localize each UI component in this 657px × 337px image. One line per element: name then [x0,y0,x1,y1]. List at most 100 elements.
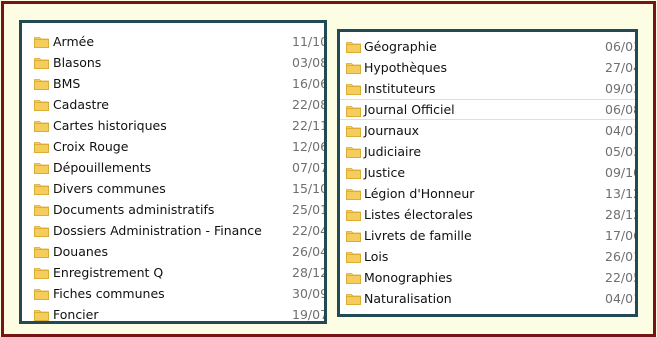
folder-icon [34,162,49,174]
folder-name: Journal Officiel [364,102,455,117]
folder-icon [346,83,361,95]
folder-row[interactable]: Armée 11/10/ [22,31,324,52]
folder-date: 19/07/ [292,307,324,322]
folder-name: Monographies [364,270,453,285]
folder-date: 25/01/ [292,202,324,217]
right-folder-list[interactable]: Géographie 06/03/Hypothèques 27/04/Institu… [337,29,638,317]
folder-icon [346,146,361,158]
folder-row[interactable]: Listes électorales 28/12/ [340,204,635,225]
folder-date: 13/12/ [605,186,635,201]
folder-icon [346,105,361,117]
folder-icon [34,57,49,69]
folder-icon [346,41,361,53]
folder-row[interactable]: Dépouillements 07/07/ [22,157,324,178]
folder-name: Justice [364,165,406,180]
folder-name: Fiches communes [53,286,165,301]
folder-name: BMS [53,76,81,91]
folder-name: Cadastre [53,97,109,112]
folder-name: Cartes historiques [53,118,167,133]
folder-date: 06/03/ [605,39,635,54]
folder-date: 15/10/ [292,181,324,196]
folder-row[interactable]: Foncier 19/07/ [22,304,324,322]
folder-icon [34,36,49,48]
folder-row[interactable]: Enregistrement Q 28/12/ [22,262,324,283]
folder-name: Naturalisation [364,291,452,306]
folder-row[interactable]: Cadastre 22/08/ [22,94,324,115]
folder-icon [34,141,49,153]
folder-icon [34,225,49,237]
folder-date: 28/12/ [605,207,635,222]
folder-row[interactable]: Géographie 06/03/ [340,36,635,57]
folder-row[interactable]: Monographies 22/05/ [340,267,635,288]
folder-icon [346,293,361,305]
folder-row[interactable]: Livrets de famille 17/06/ [340,225,635,246]
folder-icon [34,120,49,132]
folder-date: 12/06/ [292,139,324,154]
left-folder-list[interactable]: Armée 11/10/Blasons 03/08/BMS 16/06/Cadastr… [19,20,327,324]
folder-icon [346,188,361,200]
folder-name: Croix Rouge [53,139,129,154]
folder-row[interactable]: Hypothèques 27/04/ [340,57,635,78]
folder-date: 09/03/ [605,81,635,96]
folder-icon [346,251,361,263]
outer-frame: Armée 11/10/Blasons 03/08/BMS 16/06/Cadastr… [1,1,656,337]
folder-icon [34,309,49,321]
folder-date: 22/05/ [605,270,635,285]
folder-row[interactable]: Justice 09/10/ [340,162,635,183]
folder-name: Journaux [364,123,420,138]
folder-icon [34,204,49,216]
folder-date: 17/06/ [605,228,635,243]
folder-name: Géographie [364,39,437,54]
folder-row[interactable]: Judiciaire 05/03/ [340,141,635,162]
folder-name: Livrets de famille [364,228,472,243]
folder-date: 05/03/ [605,144,635,159]
folder-row[interactable]: Journal Officiel 06/08/ [340,99,635,120]
folder-icon [34,78,49,90]
folder-icon [346,167,361,179]
folder-icon [346,272,361,284]
folder-date: 11/10/ [292,34,324,49]
folder-date: 30/09/ [292,286,324,301]
folder-icon [34,267,49,279]
folder-name: Judiciaire [364,144,422,159]
folder-name: Hypothèques [364,60,447,75]
folder-row[interactable]: Croix Rouge 12/06/ [22,136,324,157]
folder-row[interactable]: BMS 16/06/ [22,73,324,94]
folder-icon [346,125,361,137]
folder-row[interactable]: Douanes 26/04/ [22,241,324,262]
folder-name: Foncier [53,307,99,322]
folder-row[interactable]: Blasons 03/08/ [22,52,324,73]
folder-name: Légion d'Honneur [364,186,475,201]
folder-icon [346,209,361,221]
folder-row[interactable]: Fiches communes 30/09/ [22,283,324,304]
folder-name: Blasons [53,55,102,70]
folder-row[interactable]: Journaux 04/01/ [340,120,635,141]
folder-row[interactable]: Dossiers Administration - Finance 22/04/ [22,220,324,241]
folder-date: 06/08/ [605,102,635,117]
folder-date: 22/11/ [292,118,324,133]
folder-row[interactable]: Divers communes 15/10/ [22,178,324,199]
folder-icon [34,99,49,111]
folder-name: Lois [364,249,389,264]
folder-icon [34,288,49,300]
folder-date: 22/04/ [292,223,324,238]
folder-name: Documents administratifs [53,202,215,217]
folder-name: Armée [53,34,95,49]
folder-name: Instituteurs [364,81,436,96]
folder-icon [34,246,49,258]
folder-row[interactable]: Lois 26/01/ [340,246,635,267]
folder-date: 03/08/ [292,55,324,70]
folder-row[interactable]: Documents administratifs 25/01/ [22,199,324,220]
folder-row[interactable]: Légion d'Honneur 13/12/ [340,183,635,204]
folder-name: Divers communes [53,181,166,196]
folder-row[interactable]: Instituteurs 09/03/ [340,78,635,99]
folder-date: 26/01/ [605,249,635,264]
folder-row[interactable]: Cartes historiques 22/11/ [22,115,324,136]
folder-date: 22/08/ [292,97,324,112]
folder-row[interactable]: Naturalisation 04/01/ [340,288,635,309]
folder-name: Enregistrement Q [53,265,164,280]
folder-icon [346,62,361,74]
folder-name: Dossiers Administration - Finance [53,223,262,238]
folder-icon [34,183,49,195]
folder-date: 28/12/ [292,265,324,280]
